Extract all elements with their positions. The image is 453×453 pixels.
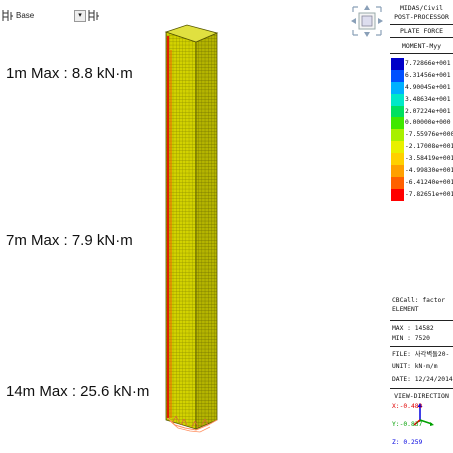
- view-y: Y:-0.837: [392, 421, 423, 428]
- program-name: MIDAS/Civil: [399, 4, 444, 12]
- module-name: POST-PROCESSOR: [394, 13, 449, 21]
- legend-value: -7.55976e+000: [405, 131, 453, 139]
- result-type: PLATE FORCE: [399, 27, 444, 35]
- annotation-7m: 7m Max : 7.9 kN·m: [6, 232, 133, 249]
- legend-value: -4.99830e+001: [405, 167, 453, 175]
- legend-value: 7.72866e+001: [405, 60, 451, 67]
- element-label: ELEMENT: [392, 306, 419, 313]
- legend-swatch: [391, 141, 404, 154]
- legend-value: -3.58419e+001: [405, 155, 453, 163]
- legend-value: 2.07224e+001: [405, 107, 451, 115]
- legend-swatch: [391, 105, 404, 118]
- wall-side-face: [195, 32, 218, 430]
- legend-swatch: [391, 81, 404, 94]
- legend-value: -6.41240e+001: [405, 178, 453, 186]
- divider: [390, 24, 453, 25]
- legend-value: -2.17008e+001: [405, 143, 453, 151]
- divider: [390, 37, 453, 38]
- min-element: MIN : 7520: [392, 335, 430, 342]
- legend-value: -7.82651e+001: [405, 190, 453, 198]
- divider: [390, 53, 453, 54]
- view-cube-icon[interactable]: [350, 4, 384, 38]
- view-direction-title: VIEW-DIRECTION: [394, 392, 449, 400]
- legend-swatch: [391, 58, 404, 70]
- load-case: CBCall: factor: [392, 297, 446, 304]
- legend-value: 6.31456e+001: [405, 71, 451, 79]
- legend-swatch: [391, 176, 404, 189]
- date-label: DATE: 12/24/2014: [392, 376, 453, 383]
- legend-value: 0.00000e+000: [405, 119, 451, 127]
- legend-swatch: [391, 117, 404, 130]
- annotation-1m: 1m Max : 8.8 kN·m: [6, 65, 133, 82]
- legend-swatch: [391, 69, 404, 82]
- legend-value: 3.48634e+001: [405, 95, 451, 103]
- legend-value: 4.90045e+001: [405, 83, 451, 91]
- divider: [390, 388, 453, 389]
- legend-swatch: [391, 165, 404, 177]
- view-x: X:-0.483: [392, 403, 423, 410]
- result-panel: MIDAS/Civil POST-PROCESSOR PLATE FORCE M…: [390, 0, 453, 453]
- divider: [390, 346, 453, 347]
- result-component: MOMENT-Myy: [401, 42, 442, 50]
- legend-swatch: [391, 93, 404, 106]
- max-element: MAX : 14582: [392, 325, 434, 332]
- divider: [390, 320, 453, 321]
- legend-swatch: [391, 188, 404, 201]
- file-name: FILE: 사각벽돌20-: [392, 351, 450, 358]
- annotation-14m: 14m Max : 25.6 kN·m: [6, 383, 150, 400]
- legend-swatch: [391, 153, 404, 166]
- unit-label: UNIT: kN·m/m: [392, 363, 438, 370]
- view-z: Z: 0.259: [392, 439, 423, 446]
- legend-swatch: [391, 129, 404, 142]
